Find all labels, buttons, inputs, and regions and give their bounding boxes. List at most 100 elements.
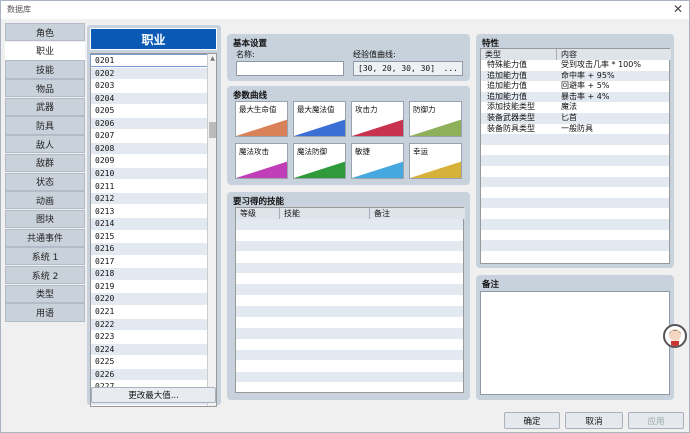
- job-list-item[interactable]: 0217: [91, 256, 208, 267]
- table-row[interactable]: [236, 371, 463, 383]
- category-tab[interactable]: 动画: [5, 191, 85, 210]
- job-list-item[interactable]: 0225: [91, 356, 208, 367]
- table-row[interactable]: [236, 339, 463, 350]
- job-list-item[interactable]: 0218: [91, 268, 208, 280]
- job-list-scrollbar[interactable]: ▲ ▼: [207, 54, 216, 406]
- param-curve[interactable]: 防御力: [409, 101, 462, 137]
- table-row[interactable]: 添加技能类型 魔法: [481, 102, 669, 113]
- job-list-item[interactable]: 0220: [91, 293, 208, 305]
- job-list-item[interactable]: 0209: [91, 155, 208, 166]
- table-row[interactable]: [236, 252, 463, 263]
- param-curve[interactable]: 魔法防御: [293, 143, 346, 179]
- table-row[interactable]: [236, 349, 463, 361]
- table-row[interactable]: [236, 274, 463, 285]
- category-tab[interactable]: 防具: [5, 116, 85, 135]
- table-row[interactable]: [481, 134, 669, 145]
- category-tab[interactable]: 用语: [5, 303, 85, 322]
- table-row[interactable]: [481, 176, 669, 188]
- job-list-item[interactable]: 0201: [90, 53, 209, 68]
- category-tab[interactable]: 技能: [5, 60, 85, 79]
- skills-table[interactable]: 等级 技能 备注: [235, 207, 465, 394]
- scroll-up-icon[interactable]: ▲: [209, 55, 216, 63]
- notes-textarea[interactable]: [480, 291, 670, 395]
- ok-button[interactable]: 确定: [504, 412, 560, 429]
- table-row[interactable]: [236, 361, 463, 372]
- apply-button[interactable]: 应用: [628, 412, 684, 429]
- job-list-item[interactable]: 0210: [91, 167, 208, 180]
- table-row[interactable]: [236, 219, 463, 230]
- category-tab[interactable]: 共通事件: [5, 228, 85, 247]
- param-curve[interactable]: 魔法攻击: [235, 143, 288, 179]
- table-row[interactable]: [236, 240, 463, 252]
- table-row[interactable]: [236, 317, 463, 328]
- category-tab[interactable]: 物品: [5, 79, 85, 98]
- job-list-item[interactable]: 0213: [91, 206, 208, 217]
- table-row[interactable]: [236, 262, 463, 274]
- exp-curve-field[interactable]: [30, 20, 30, 30] ...: [353, 61, 463, 76]
- job-list-item[interactable]: 0205: [91, 105, 208, 116]
- job-list-item[interactable]: 0226: [91, 368, 208, 381]
- job-list-item[interactable]: 0221: [91, 306, 208, 317]
- category-tab[interactable]: 类型: [5, 284, 85, 303]
- category-tab[interactable]: 敌群: [5, 153, 85, 172]
- table-row[interactable]: [481, 187, 669, 198]
- table-row[interactable]: [481, 155, 669, 166]
- table-row[interactable]: 追加能力值 回避率 + 5%: [481, 81, 669, 92]
- param-curve[interactable]: 敏捷: [351, 143, 404, 179]
- table-row[interactable]: [236, 306, 463, 317]
- table-row[interactable]: 装备武器类型 匕首: [481, 113, 669, 124]
- job-list-item[interactable]: 0222: [91, 318, 208, 330]
- job-list-item[interactable]: 0219: [91, 281, 208, 292]
- table-row[interactable]: 追加能力值 命中率 + 95%: [481, 70, 669, 82]
- table-row[interactable]: [236, 328, 463, 339]
- param-curve[interactable]: 最大生命值: [235, 101, 288, 137]
- job-list-item[interactable]: 0202: [91, 67, 208, 79]
- job-list-item[interactable]: 0215: [91, 231, 208, 242]
- traits-table[interactable]: 类型 内容 特殊能力值 受到攻击几率 * 100% 追加能力值 命中率 + 95% 追加…: [480, 48, 671, 264]
- job-list-item[interactable]: 0206: [91, 117, 208, 130]
- table-row[interactable]: [236, 383, 463, 394]
- category-tab[interactable]: 系统 2: [5, 265, 85, 285]
- param-curve[interactable]: 攻击力: [351, 101, 404, 137]
- table-row[interactable]: [481, 251, 669, 262]
- job-list-item[interactable]: 0223: [91, 331, 208, 342]
- close-icon[interactable]: ✕: [673, 2, 683, 16]
- job-list-item[interactable]: 0214: [91, 218, 208, 230]
- table-row[interactable]: [481, 166, 669, 177]
- category-tab[interactable]: 角色: [5, 23, 85, 42]
- param-curve[interactable]: 最大魔法值: [293, 101, 346, 137]
- param-curve[interactable]: 幸运: [409, 143, 462, 179]
- job-list-item[interactable]: 0224: [91, 343, 208, 356]
- cancel-button[interactable]: 取消: [565, 412, 623, 429]
- exp-curve-button[interactable]: ...: [444, 62, 458, 75]
- table-row[interactable]: [236, 284, 463, 295]
- change-max-button[interactable]: 更改最大值...: [91, 387, 216, 403]
- table-row[interactable]: [481, 219, 669, 230]
- job-list-item[interactable]: 0204: [91, 92, 208, 105]
- job-list-item[interactable]: 0212: [91, 193, 208, 205]
- category-tab[interactable]: 状态: [5, 172, 85, 191]
- table-row[interactable]: 装备防具类型 一般防具: [481, 124, 669, 135]
- name-input[interactable]: [236, 61, 344, 76]
- job-list-item[interactable]: 0203: [91, 80, 208, 91]
- scroll-thumb[interactable]: [209, 122, 216, 138]
- job-list-item[interactable]: 0208: [91, 142, 208, 155]
- category-tab[interactable]: 职业: [5, 41, 85, 60]
- table-row[interactable]: [481, 197, 669, 209]
- job-list-item[interactable]: 0211: [91, 181, 208, 192]
- table-row[interactable]: [481, 208, 669, 219]
- table-row[interactable]: 特殊能力值 受到攻击几率 * 100%: [481, 60, 669, 71]
- table-row[interactable]: 追加能力值 暴击率 + 4%: [481, 91, 669, 103]
- job-list-item[interactable]: 0216: [91, 243, 208, 255]
- table-row[interactable]: [481, 145, 669, 156]
- job-list[interactable]: 0201 0202 0203 0204 0205 0206 0207 0208 0209 0210…: [90, 53, 217, 407]
- avatar[interactable]: [663, 324, 687, 348]
- table-row[interactable]: [481, 240, 669, 251]
- category-tab[interactable]: 图块: [5, 209, 85, 229]
- category-tab[interactable]: 敌人: [5, 135, 85, 154]
- job-list-item[interactable]: 0207: [91, 130, 208, 141]
- category-tab[interactable]: 武器: [5, 97, 85, 116]
- table-row[interactable]: [481, 230, 669, 241]
- table-row[interactable]: [236, 230, 463, 241]
- category-tab[interactable]: 系统 1: [5, 247, 85, 266]
